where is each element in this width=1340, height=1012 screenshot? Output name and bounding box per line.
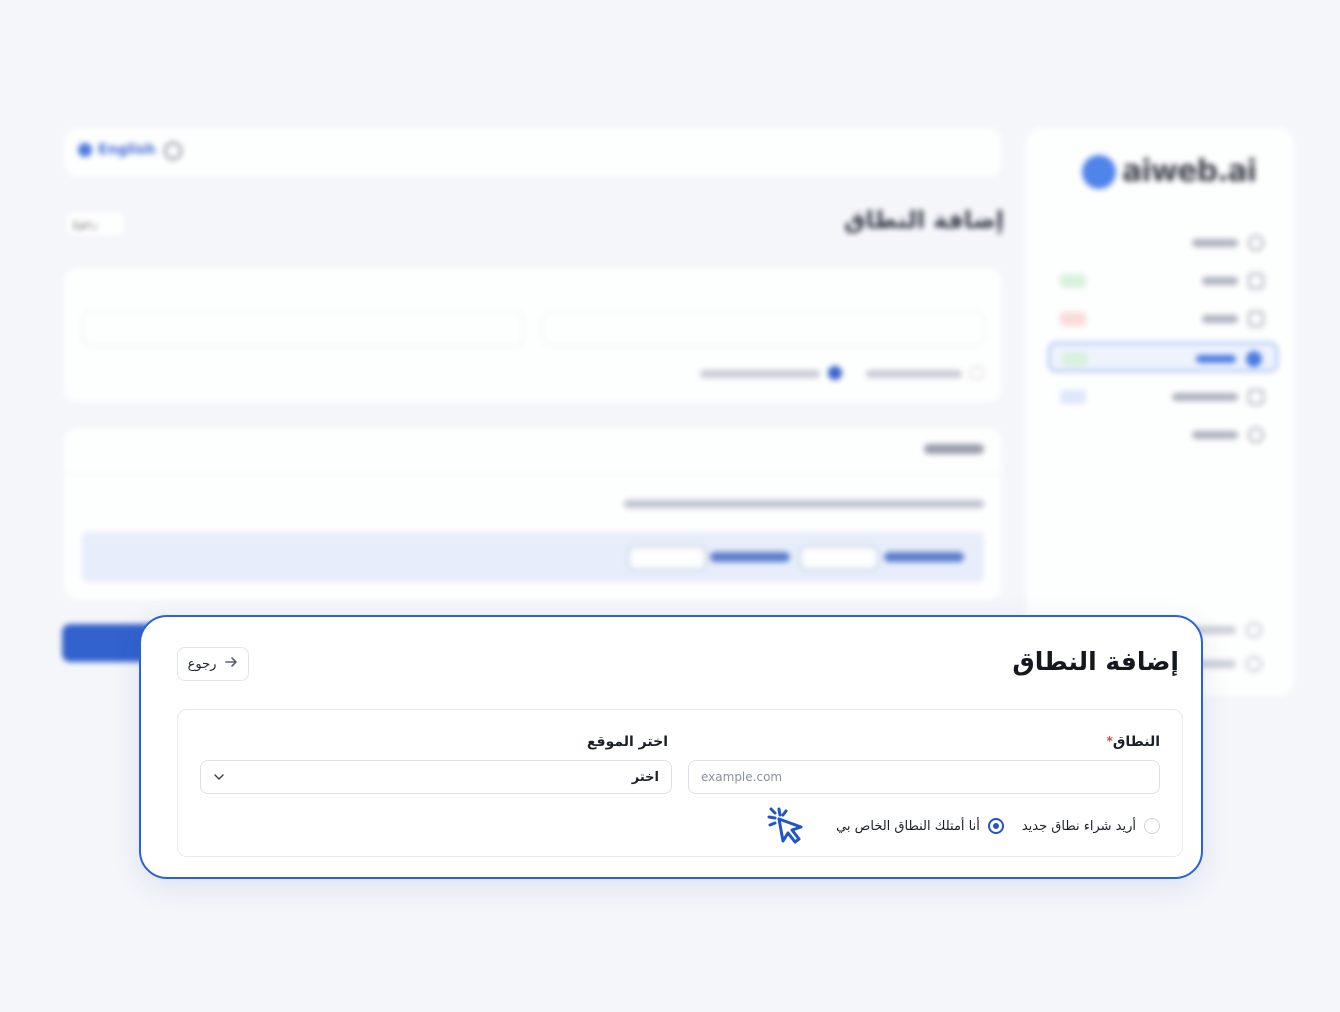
radio-own-domain[interactable]: أنا أمتلك النطاق الخاص بي xyxy=(836,818,1004,834)
bg-back-button: رجوع xyxy=(64,210,126,238)
domain-input[interactable] xyxy=(688,760,1160,794)
sidebar-item-subscription xyxy=(1048,266,1278,296)
bg-domain-input xyxy=(542,312,984,346)
bg-dns-card xyxy=(64,428,1002,600)
domain-label: النطاق* xyxy=(1107,734,1160,750)
domain-mode-radio-group: أريد شراء نطاق جديد أنا أمتلك النطاق الخ… xyxy=(818,816,1160,836)
top-bar: English xyxy=(64,128,1002,178)
bg-page-title: إضافة النطاق xyxy=(844,206,1004,234)
radio-label: أريد شراء نطاق جديد xyxy=(1021,818,1136,834)
bg-nameserver-box xyxy=(82,532,984,582)
site-select-value: اختر xyxy=(631,770,659,785)
site-select[interactable]: اختر xyxy=(200,760,672,794)
sidebar-item-websites xyxy=(1048,304,1278,334)
chevron-down-icon xyxy=(211,769,227,785)
page-title: إضافة النطاق xyxy=(1012,647,1179,676)
radio-button[interactable] xyxy=(1144,818,1160,834)
radio-buy-new-domain[interactable]: أريد شراء نطاق جديد xyxy=(1022,818,1160,834)
globe-icon xyxy=(78,143,92,157)
sidebar-item-help xyxy=(1048,420,1278,450)
sidebar-item-domains xyxy=(1048,342,1278,372)
arrow-right-icon xyxy=(224,655,238,673)
back-button-label: رجوع xyxy=(187,656,217,672)
radio-button-checked[interactable] xyxy=(987,818,1004,834)
sidebar-item-email xyxy=(1048,382,1278,412)
domain-form-card: النطاق* اختر الموقع اختر أريد شراء نطاق … xyxy=(177,709,1183,857)
back-button[interactable]: رجوع xyxy=(177,647,249,681)
domain-label-text: النطاق xyxy=(1112,734,1160,750)
language-label: English xyxy=(98,142,156,158)
bg-form-card xyxy=(64,268,1002,402)
sidebar: aiweb.ai xyxy=(1026,128,1294,696)
bg-radio-row xyxy=(684,366,984,382)
bg-site-select xyxy=(82,312,524,346)
brand-logo: aiweb.ai xyxy=(1082,154,1257,189)
language-switcher: English xyxy=(78,142,155,158)
lightbulb-icon xyxy=(164,142,182,160)
sidebar-item-dashboard xyxy=(1048,228,1278,258)
add-domain-panel: إضافة النطاق رجوع النطاق* اختر الموقع اخ… xyxy=(139,615,1203,879)
radio-label: أنا أمتلك النطاق الخاص بي xyxy=(836,818,980,834)
site-label: اختر الموقع xyxy=(586,734,668,750)
click-cursor-icon xyxy=(761,801,809,849)
